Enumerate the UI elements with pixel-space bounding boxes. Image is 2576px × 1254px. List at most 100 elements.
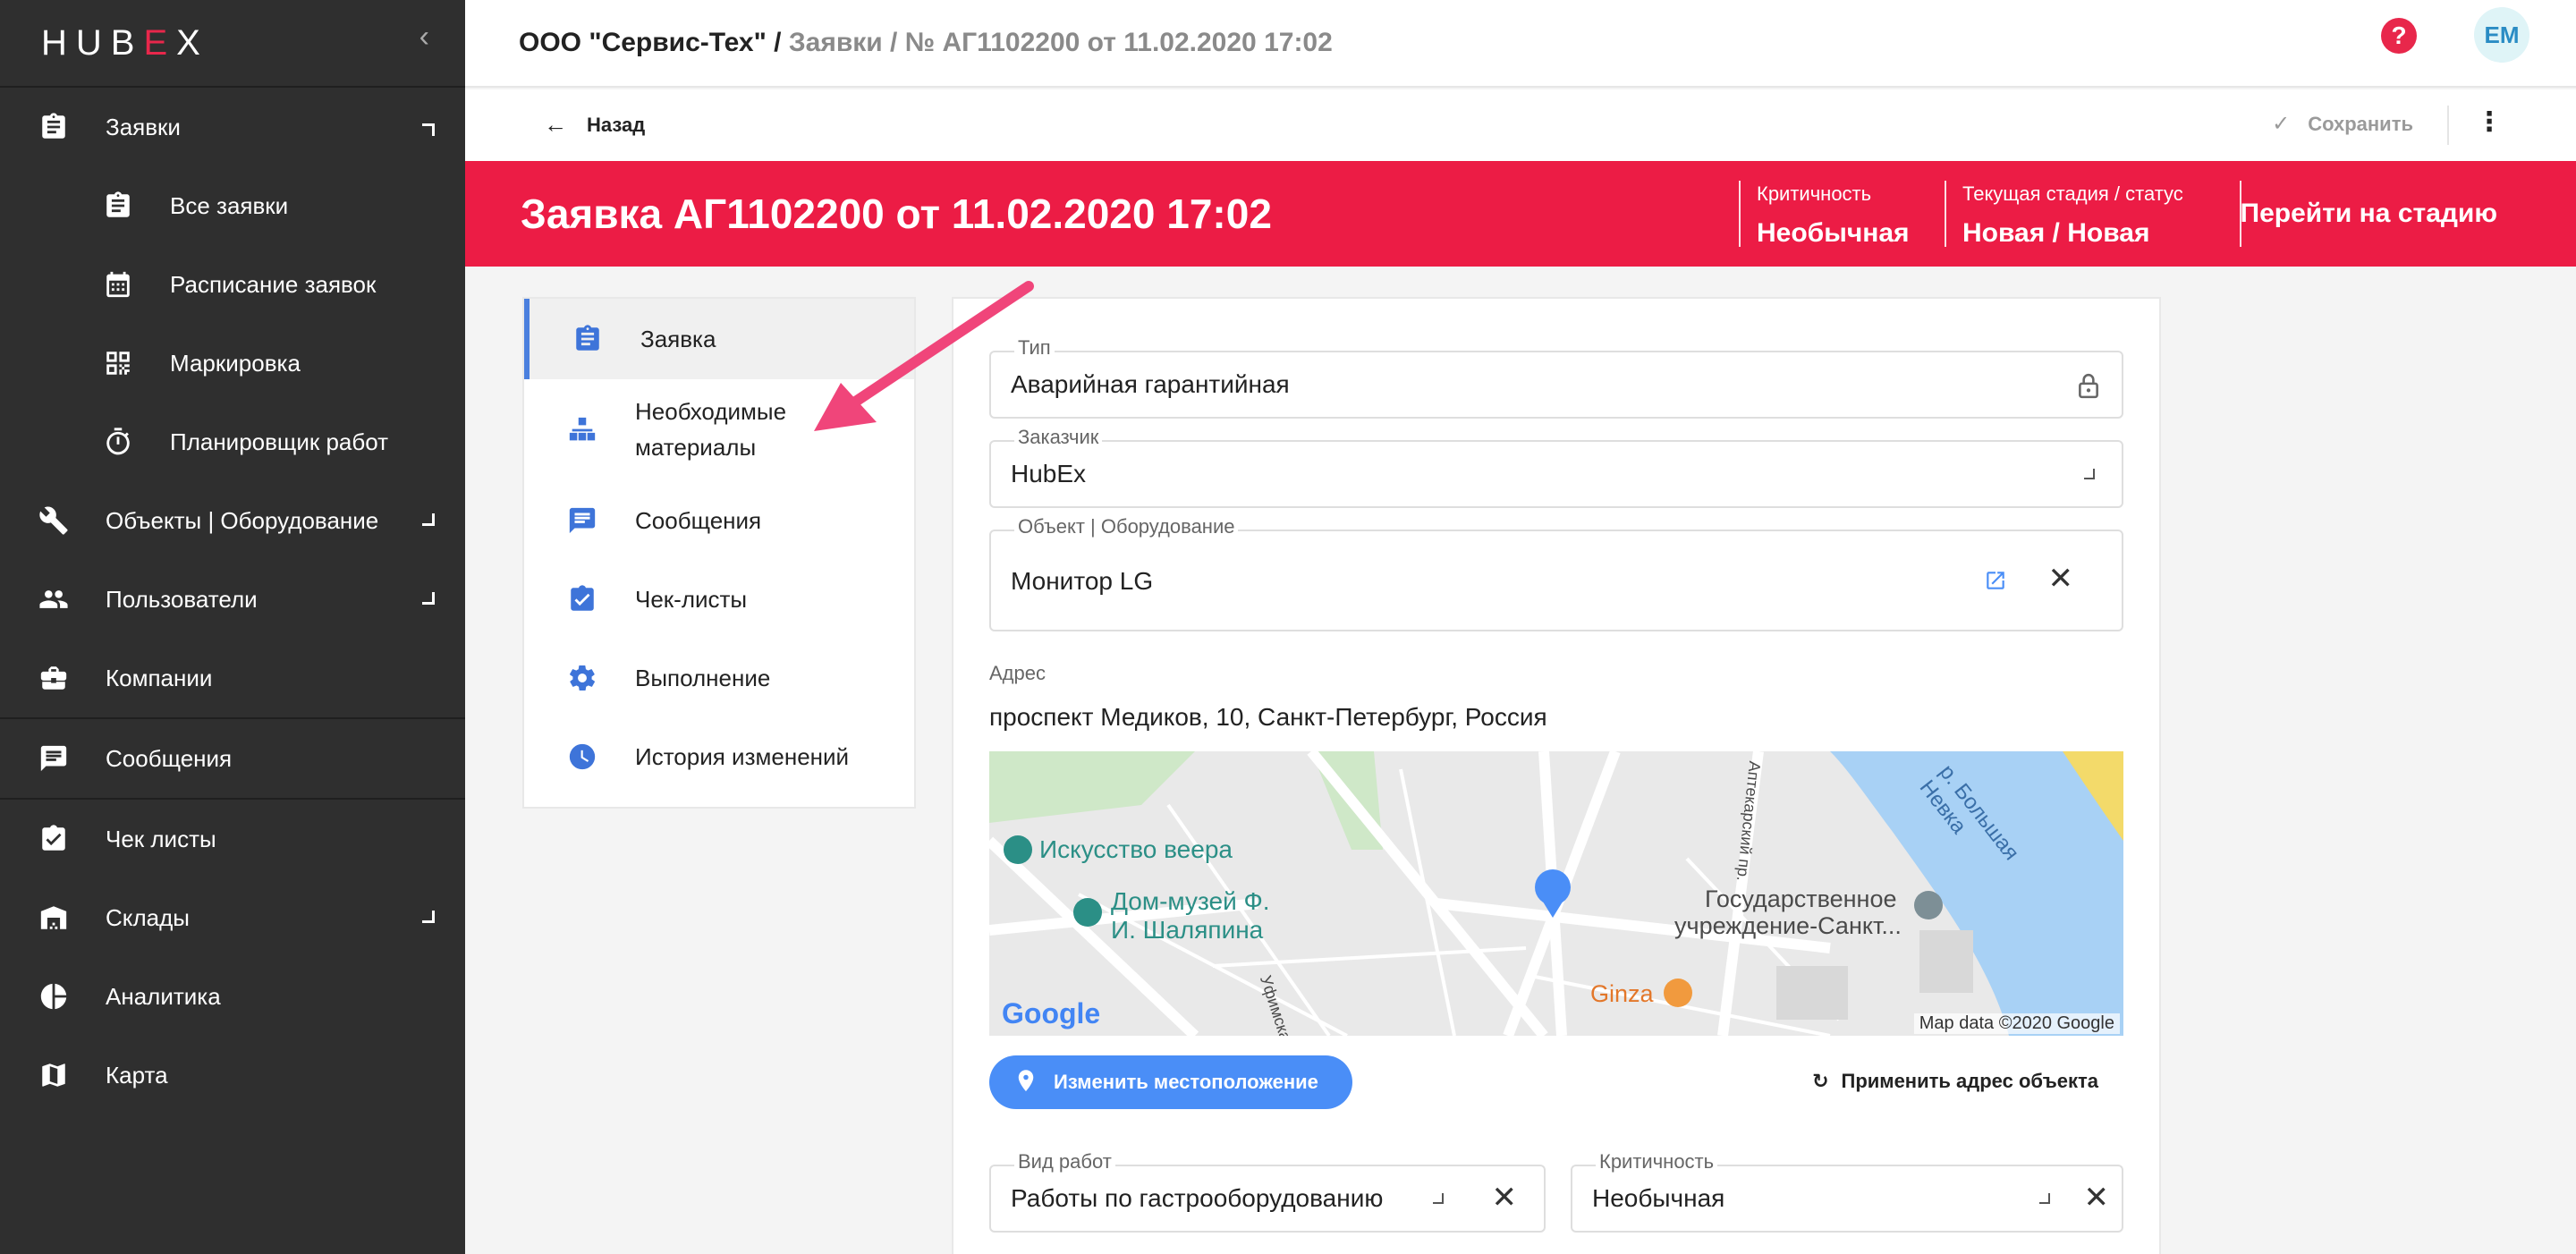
arrow-left-icon: ← (544, 111, 567, 138)
map-poi[interactable]: Государственное (1705, 885, 1897, 913)
sidebar-item-users[interactable]: Пользователи (0, 560, 465, 639)
hubex-logo[interactable]: HUBEX (41, 23, 209, 64)
tab-label: Необходимые материалы (635, 398, 787, 461)
map-copyright: Map data ©2020 Google (1913, 1013, 2120, 1034)
object-value: Монитор LG (1011, 567, 1154, 595)
dropdown-icon[interactable] (2084, 469, 2095, 479)
save-label: Сохранить (2308, 112, 2413, 135)
checklist-icon (38, 823, 70, 855)
map-poi[interactable]: учреждение-Санкт... (1674, 912, 1902, 940)
page-title: Заявка АГ1102200 от 11.02.2020 17:02 (521, 191, 1272, 237)
gear-icon (567, 663, 597, 693)
clipboard-icon (102, 190, 134, 222)
change-location-label: Изменить местоположение (1054, 1071, 1318, 1093)
tab-label: Выполнение (635, 665, 771, 691)
checklist-icon (567, 584, 597, 614)
go-to-stage-button[interactable]: Перейти на стадию (2241, 199, 2497, 229)
clear-icon[interactable]: ✕ (2048, 563, 2074, 594)
tab-label: Сообщения (635, 507, 762, 534)
sidebar-item-marking[interactable]: Маркировка (0, 324, 465, 402)
sidebar-item-analytics[interactable]: Аналитика (0, 957, 465, 1036)
map-poi[interactable]: Дом-музей Ф. (1111, 887, 1270, 916)
wrench-icon (38, 504, 70, 537)
calendar-icon (102, 268, 134, 301)
sidebar-item-all-requests[interactable]: Все заявки (0, 166, 465, 245)
criticality-label: Критичность (1596, 1150, 1718, 1174)
banner-criticality-label: Критичность (1757, 182, 1872, 205)
qr-code-icon (102, 347, 134, 379)
criticality-field[interactable]: Критичность Необычная ✕ (1571, 1150, 2123, 1233)
sidebar-item-label: Объекты | Оборудование (106, 506, 379, 534)
sidebar-item-warehouses[interactable]: Склады (0, 878, 465, 957)
address-value: проспект Медиков, 10, Санкт-Петербург, Р… (989, 703, 1547, 731)
users-icon (38, 583, 70, 615)
divider (1945, 181, 1946, 247)
sidebar-item-schedule[interactable]: Расписание заявок (0, 245, 465, 324)
map-poi[interactable]: Искусство веера (1039, 835, 1233, 864)
banner-criticality-value: Необычная (1757, 218, 1910, 248)
breadcrumb-path[interactable]: Заявки / № АГ1102200 от 11.02.2020 17:02 (782, 28, 1333, 57)
object-label: Объект | Оборудование (1014, 515, 1239, 538)
dropdown-icon[interactable] (2039, 1193, 2050, 1204)
tab-checklists[interactable]: Чек-листы (524, 560, 914, 639)
sidebar-item-label: Расписание заявок (170, 270, 377, 298)
work-type-label: Вид работ (1014, 1150, 1115, 1174)
map-poi[interactable]: И. Шаляпина (1111, 916, 1263, 945)
type-field[interactable]: Тип Аварийная гарантийная (989, 336, 2123, 419)
sidebar-item-planner[interactable]: Планировщик работ (0, 402, 465, 481)
clear-icon[interactable]: ✕ (1492, 1182, 1518, 1213)
annotation-arrow (814, 281, 1034, 431)
sidebar-item-requests[interactable]: Заявки (0, 88, 465, 166)
breadcrumb-company[interactable]: ООО "Сервис-Тех" / (519, 28, 782, 57)
divider (1739, 181, 1741, 247)
map-view[interactable]: Искусство веера Дом-музей Ф. И. Шаляпина… (989, 751, 2123, 1036)
banner-stage: Текущая стадия / статус Новая / Новая (1962, 182, 2183, 249)
chevron-down-icon (422, 592, 435, 605)
back-button[interactable]: ← Назад (544, 111, 645, 139)
tab-label: Чек-листы (635, 586, 748, 613)
address-label: Адрес (989, 662, 1046, 684)
chevron-left-icon[interactable]: ‹ (419, 20, 429, 55)
warehouse-icon (38, 902, 70, 934)
sidebar-item-objects[interactable]: Объекты | Оборудование (0, 481, 465, 560)
work-type-field[interactable]: Вид работ Работы по гастрооборудованию ✕ (989, 1150, 1546, 1233)
banner-criticality: Критичность Необычная (1757, 182, 1910, 249)
map-icon (38, 1059, 70, 1091)
breadcrumb: ООО "Сервис-Тех" / Заявки / № АГ1102200 … (519, 28, 1333, 58)
work-type-value: Работы по гастрооборудованию (1011, 1184, 1384, 1212)
pie-chart-icon (38, 980, 70, 1013)
banner-stage-value: Новая / Новая (1962, 218, 2150, 248)
object-field[interactable]: Объект | Оборудование Монитор LG ✕ (989, 515, 2123, 631)
boxes-icon (567, 415, 597, 445)
change-location-button[interactable]: Изменить местоположение (989, 1055, 1352, 1109)
sidebar-item-label: Аналитика (106, 982, 221, 1010)
briefcase-icon (38, 662, 70, 694)
tab-history[interactable]: История изменений (524, 717, 914, 796)
sidebar-item-label: Сообщения (106, 744, 233, 772)
external-link-icon[interactable] (1984, 569, 2007, 592)
sidebar-item-label: Чек листы (106, 825, 216, 852)
more-vertical-icon[interactable]: ⋮ (2476, 109, 2503, 136)
action-bar: ← Назад ✓ Сохранить ⋮ (465, 89, 2576, 161)
criticality-value: Необычная (1592, 1184, 1725, 1212)
sidebar: HUBEX ‹ Заявки Все заявки Расписание зая… (0, 0, 465, 1254)
sidebar-item-map[interactable]: Карта (0, 1036, 465, 1114)
sidebar-item-messages[interactable]: Сообщения (0, 719, 465, 798)
logo-row: HUBEX ‹ (0, 0, 465, 88)
sidebar-item-checklists[interactable]: Чек листы (0, 800, 465, 878)
banner-stage-label: Текущая стадия / статус (1962, 182, 2183, 205)
avatar[interactable]: EM (2474, 7, 2529, 63)
save-button[interactable]: ✓ Сохранить (2272, 111, 2413, 137)
map-poi[interactable]: Ginza (1590, 980, 1654, 1008)
tab-messages[interactable]: Сообщения (524, 481, 914, 560)
clear-icon[interactable]: ✕ (2084, 1182, 2110, 1213)
dropdown-icon[interactable] (1433, 1193, 1444, 1204)
tab-execution[interactable]: Выполнение (524, 639, 914, 717)
apply-address-button[interactable]: ↻ Применить адрес объекта (1812, 1070, 2098, 1093)
tab-label: Заявка (640, 326, 716, 352)
sidebar-item-companies[interactable]: Компании (0, 639, 465, 717)
sidebar-item-label: Заявки (106, 113, 181, 140)
customer-field[interactable]: Заказчик HubEx (989, 426, 2123, 508)
help-icon[interactable]: ? (2381, 18, 2417, 54)
lock-icon (2079, 374, 2098, 399)
